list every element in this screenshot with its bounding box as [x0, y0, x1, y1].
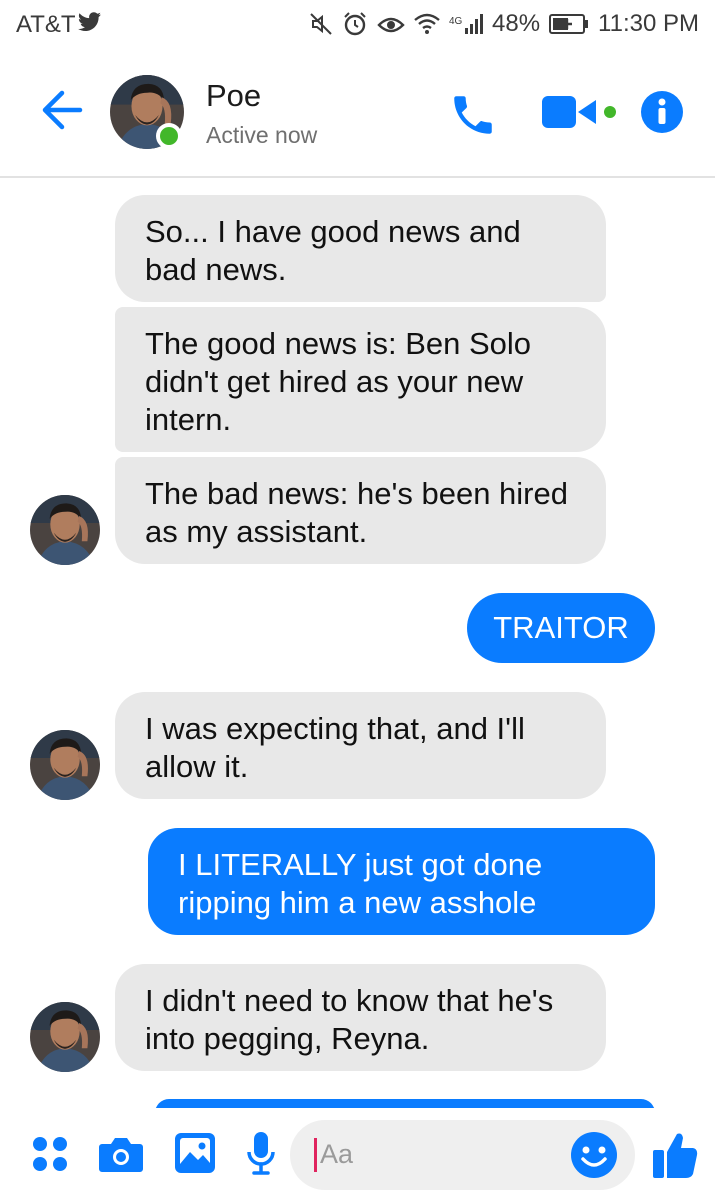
- signal-icon: 4G: [449, 14, 483, 34]
- mute-icon: [310, 13, 332, 35]
- camera-icon[interactable]: [98, 1134, 144, 1174]
- alarm-icon: [344, 12, 366, 36]
- message-bubble-incoming[interactable]: The bad news: he's been hired as my assi…: [115, 457, 606, 564]
- twitter-icon: [78, 12, 101, 32]
- sender-avatar[interactable]: [30, 495, 100, 565]
- apps-icon[interactable]: [30, 1134, 70, 1174]
- like-icon[interactable]: [651, 1130, 699, 1180]
- phone-icon[interactable]: [448, 90, 498, 140]
- sender-avatar[interactable]: [30, 730, 100, 800]
- gallery-icon[interactable]: [174, 1132, 216, 1174]
- message-bubble-outgoing[interactable]: I LITERALLY just got done ripping him a …: [148, 828, 655, 935]
- message-input[interactable]: Aa: [290, 1120, 635, 1190]
- carrier-label: AT&T: [16, 11, 76, 38]
- emoji-icon[interactable]: [570, 1131, 618, 1179]
- conversation-header: Poe Active now: [0, 50, 715, 178]
- message-bubble-incoming[interactable]: So... I have good news and bad news.: [115, 195, 606, 302]
- active-status-dot: [156, 123, 182, 149]
- back-arrow-icon[interactable]: [40, 88, 84, 132]
- contact-active-status: Active now: [206, 122, 318, 148]
- message-bubble-incoming[interactable]: The good news is: Ben Solo didn't get hi…: [115, 307, 606, 452]
- battery-icon: [549, 14, 589, 34]
- battery-percent: 48%: [492, 10, 541, 37]
- message-bubble-incoming[interactable]: I didn't need to know that he's into peg…: [115, 964, 606, 1071]
- eye-icon: [377, 17, 405, 33]
- video-icon[interactable]: [540, 92, 620, 134]
- sender-avatar[interactable]: [30, 1002, 100, 1072]
- microphone-icon[interactable]: [246, 1130, 276, 1176]
- status-bar: AT&T 4G 48% 11:30 PM: [0, 0, 715, 50]
- message-input-placeholder: Aa: [320, 1139, 354, 1169]
- text-cursor: [314, 1138, 317, 1172]
- message-bubble-incoming[interactable]: I was expecting that, and I'll allow it.: [115, 692, 606, 799]
- contact-name[interactable]: Poe: [206, 78, 261, 114]
- composer-bar: Aa: [0, 1108, 715, 1200]
- message-bubble-outgoing[interactable]: TRAITOR: [467, 593, 655, 663]
- clock: 11:30 PM: [598, 10, 699, 37]
- wifi-icon: [414, 13, 440, 34]
- info-icon[interactable]: [640, 90, 684, 134]
- svg-text:4G: 4G: [449, 16, 463, 27]
